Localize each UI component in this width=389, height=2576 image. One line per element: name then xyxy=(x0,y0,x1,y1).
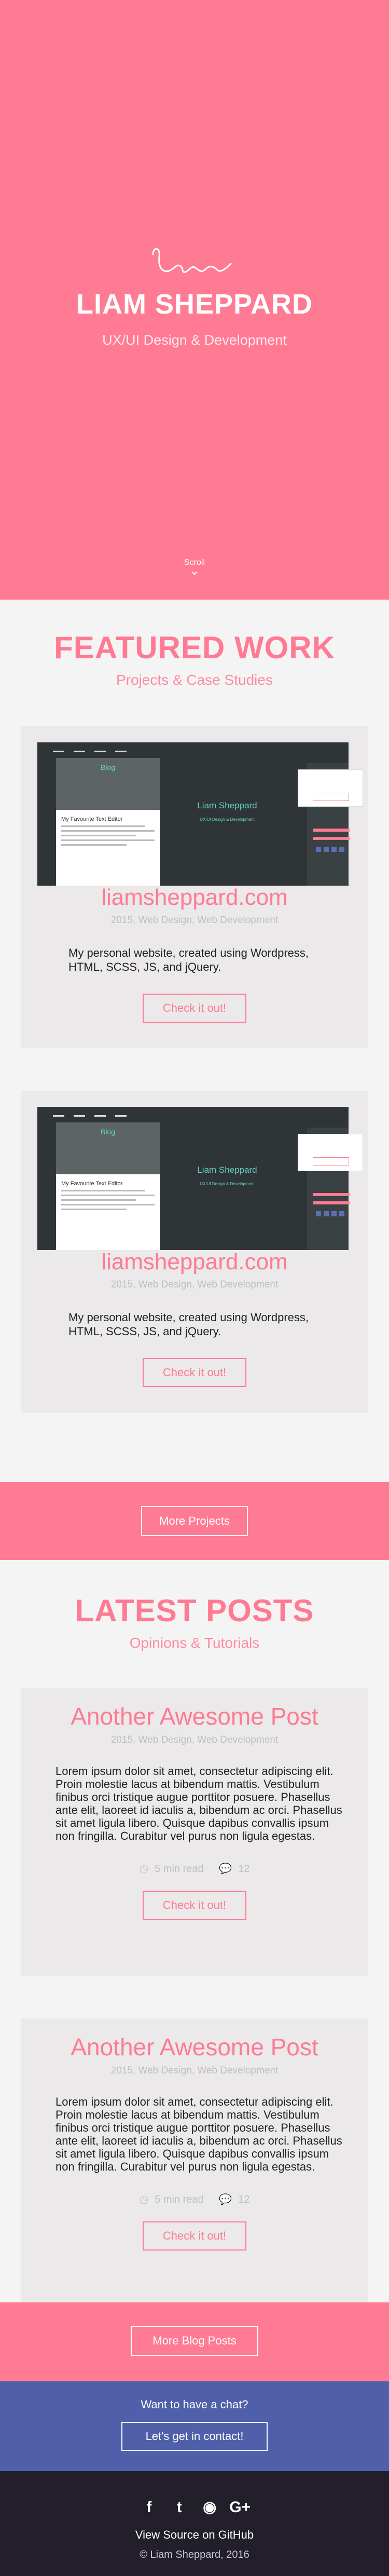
preview-contact-panel xyxy=(313,1193,350,1228)
preview-center: Liam Sheppard UX/UI Design & Development xyxy=(160,801,295,822)
check-it-out-button[interactable]: Check it out! xyxy=(143,1358,246,1387)
more-posts-band: More Blog Posts xyxy=(0,2302,389,2381)
check-it-out-button[interactable]: Check it out! xyxy=(143,1891,246,1920)
preview-center-sub: UX/UI Design & Development xyxy=(200,1182,255,1186)
post-excerpt: Lorem ipsum dolor sit amet, consectetur … xyxy=(55,2095,342,2173)
posts-subtitle: Opinions & Tutorials xyxy=(129,1635,260,1651)
preview-center: Liam Sheppard UX/UI Design & Development xyxy=(160,1165,295,1186)
featured-subtitle: Projects & Case Studies xyxy=(116,672,273,688)
preview-blog-label: Blog xyxy=(100,763,116,771)
project-preview-image[interactable]: Blog My Favourite Text Editor Liam Shepp… xyxy=(37,1107,363,1250)
preview-document: My Favourite Text Editor xyxy=(56,810,160,886)
latest-posts-section: LATEST POSTS Opinions & Tutorials Anothe… xyxy=(0,1560,389,2307)
project-name[interactable]: liamsheppard.com xyxy=(21,885,368,911)
project-description: My personal website, created using Wordp… xyxy=(68,1311,309,1338)
post-stats: ◷ 5 min read 💬 12 xyxy=(21,2193,368,2206)
social-links: f t ◉ G+ xyxy=(0,2497,389,2518)
preview-contact-panel xyxy=(313,829,350,864)
project-preview-image[interactable]: Blog My Favourite Text Editor Liam Shepp… xyxy=(37,742,363,886)
more-projects-button[interactable]: More Projects xyxy=(141,1506,248,1536)
post-card: Another Awesome Post 2015, Web Design, W… xyxy=(21,2018,368,2307)
comment-count: 12 xyxy=(238,1863,250,1875)
project-card: Blog My Favourite Text Editor Liam Shepp… xyxy=(21,726,368,1048)
posts-title: LATEST POSTS xyxy=(75,1593,314,1628)
preview-nav xyxy=(43,745,146,752)
signature-logo-icon xyxy=(152,248,232,273)
clock-icon: ◷ xyxy=(139,1863,149,1875)
scroll-label[interactable]: Scroll xyxy=(0,558,389,567)
copyright: © Liam Sheppard, 2016 xyxy=(140,2549,249,2560)
hero-tagline: UX/UI Design & Development xyxy=(102,332,287,348)
more-blog-posts-button[interactable]: More Blog Posts xyxy=(131,2326,258,2356)
preview-doc-title: My Favourite Text Editor xyxy=(61,816,123,822)
contact-button[interactable]: Let's get in contact! xyxy=(121,2422,268,2451)
project-description: My personal website, created using Wordp… xyxy=(68,946,309,973)
preview-popup xyxy=(298,769,363,807)
hero-section: LIAM SHEPPARD UX/UI Design & Development… xyxy=(0,0,389,600)
read-time: 5 min read xyxy=(155,2194,204,2205)
hero-name: LIAM SHEPPARD xyxy=(76,289,313,320)
preview-nav xyxy=(43,1110,146,1117)
contact-band: Want to have a chat? Let's get in contac… xyxy=(0,2381,389,2471)
project-meta: 2015, Web Design, Web Development xyxy=(110,1279,279,1290)
preview-center-name: Liam Sheppard xyxy=(197,801,257,810)
view-source-link[interactable]: View Source on GitHub xyxy=(0,2528,389,2542)
preview-blog-label: Blog xyxy=(100,1128,116,1136)
featured-title: FEATURED WORK xyxy=(54,630,335,665)
post-excerpt: Lorem ipsum dolor sit amet, consectetur … xyxy=(55,1765,342,1842)
comment-count: 12 xyxy=(238,2194,250,2205)
chevron-down-icon[interactable] xyxy=(191,569,198,575)
facebook-icon[interactable]: f xyxy=(137,2497,160,2518)
preview-doc-title: My Favourite Text Editor xyxy=(61,1181,123,1187)
preview-center-name: Liam Sheppard xyxy=(197,1165,257,1175)
post-title[interactable]: Another Awesome Post xyxy=(21,1702,368,1730)
github-icon[interactable]: ◉ xyxy=(198,2497,221,2518)
check-it-out-button[interactable]: Check it out! xyxy=(143,994,246,1023)
post-title[interactable]: Another Awesome Post xyxy=(21,2033,368,2061)
clock-icon: ◷ xyxy=(139,2194,149,2205)
preview-popup xyxy=(298,1134,363,1171)
comment-icon: 💬 xyxy=(219,2194,232,2205)
post-stats: ◷ 5 min read 💬 12 xyxy=(21,1862,368,1875)
project-name[interactable]: liamsheppard.com xyxy=(21,1249,368,1275)
featured-work-section: FEATURED WORK Projects & Case Studies Bl… xyxy=(0,600,389,1482)
twitter-icon[interactable]: t xyxy=(168,2497,191,2518)
preview-document: My Favourite Text Editor xyxy=(56,1174,160,1250)
preview-center-sub: UX/UI Design & Development xyxy=(200,817,255,822)
post-card: Another Awesome Post 2015, Web Design, W… xyxy=(21,1688,368,1976)
footer: f t ◉ G+ View Source on GitHub © Liam Sh… xyxy=(0,2471,389,2576)
google-plus-icon[interactable]: G+ xyxy=(229,2497,252,2518)
contact-prompt: Want to have a chat? xyxy=(141,2398,248,2411)
project-card: Blog My Favourite Text Editor Liam Shepp… xyxy=(21,1091,368,1413)
check-it-out-button[interactable]: Check it out! xyxy=(143,2221,246,2250)
post-meta: 2015, Web Design, Web Development xyxy=(110,2065,279,2076)
post-meta: 2015, Web Design, Web Development xyxy=(110,1734,279,1745)
read-time: 5 min read xyxy=(155,1863,204,1875)
more-projects-band: More Projects xyxy=(0,1482,389,1560)
comment-icon: 💬 xyxy=(219,1863,232,1875)
project-meta: 2015, Web Design, Web Development xyxy=(110,915,279,926)
